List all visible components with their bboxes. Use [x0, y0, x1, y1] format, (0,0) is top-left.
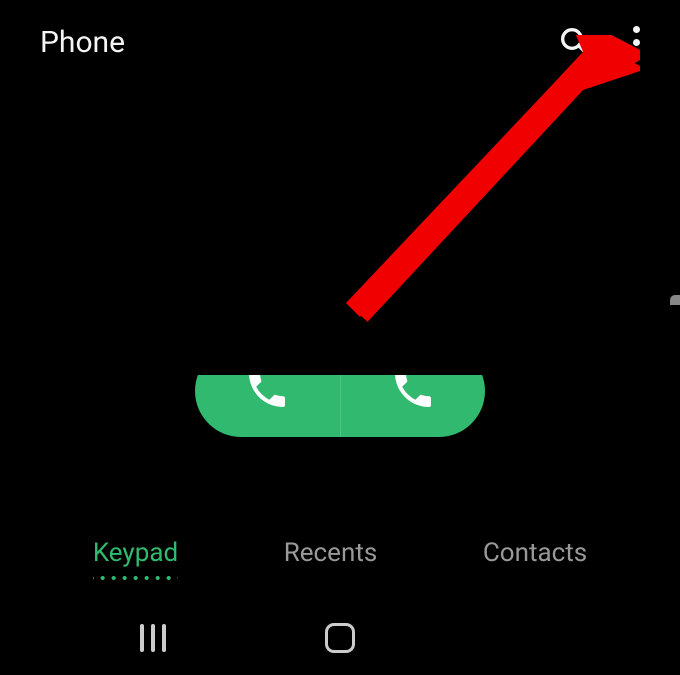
more-vertical-icon — [633, 26, 640, 59]
tab-contacts[interactable]: Contacts — [483, 538, 587, 580]
bottom-tabs: Keypad Recents Contacts — [0, 538, 680, 580]
search-icon — [558, 42, 590, 61]
torn-edge-overlay — [0, 305, 680, 375]
nav-recents-button[interactable] — [123, 618, 183, 658]
nav-back-button[interactable] — [497, 618, 557, 658]
system-nav-bar — [0, 600, 680, 675]
more-options-button[interactable] — [622, 22, 650, 63]
app-title: Phone — [40, 25, 125, 60]
tab-recents[interactable]: Recents — [284, 538, 378, 580]
tab-keypad[interactable]: Keypad — [93, 538, 178, 580]
home-icon — [325, 623, 355, 653]
app-header: Phone — [0, 0, 680, 85]
recents-icon — [140, 624, 166, 652]
nav-home-button[interactable] — [310, 618, 370, 658]
search-button[interactable] — [558, 25, 590, 61]
header-actions — [558, 22, 650, 63]
